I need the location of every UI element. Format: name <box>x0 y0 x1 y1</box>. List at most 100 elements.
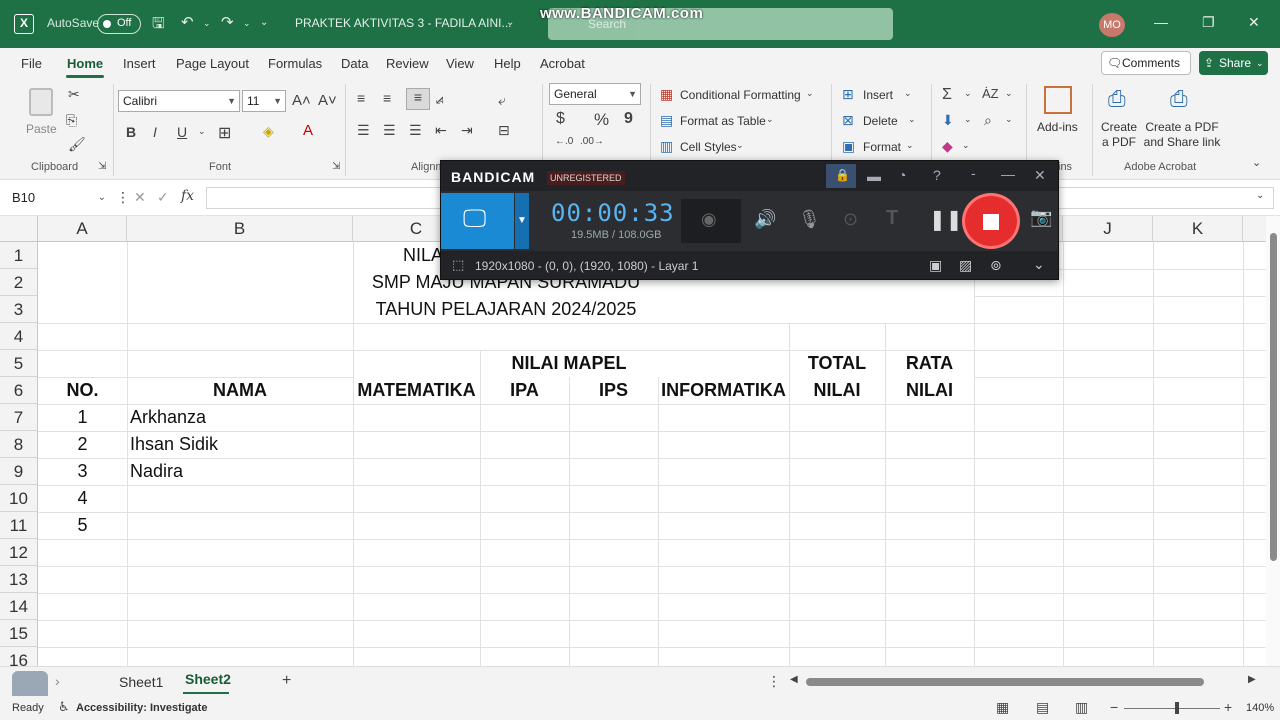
decrease-font-icon[interactable]: A˅ <box>318 92 337 109</box>
header-nilai-mapel[interactable]: NILAI MAPEL <box>480 350 658 377</box>
column-header-j[interactable]: J <box>1063 216 1153 242</box>
cell-no[interactable]: 4 <box>38 485 127 512</box>
row-header-9[interactable]: 9 <box>0 458 38 485</box>
row-header-6[interactable]: 6 <box>0 377 38 404</box>
stop-recording-button[interactable] <box>962 193 1020 249</box>
header-matematika[interactable]: MATEMATIKA <box>353 377 480 404</box>
align-right-icon[interactable]: ☰ <box>409 122 422 139</box>
bold-button[interactable]: B <box>126 124 136 140</box>
sheet-tab-sheet1[interactable]: Sheet1 <box>119 674 163 690</box>
increase-decimal-icon[interactable]: ←.0 <box>555 136 573 147</box>
folder-icon[interactable]: ▬ <box>867 168 881 184</box>
name-box[interactable]: B10 ⌄ <box>6 187 110 209</box>
header-total[interactable]: TOTAL <box>789 350 885 377</box>
minimize-icon[interactable]: — <box>1154 14 1168 30</box>
tab-page-layout[interactable]: Page Layout <box>176 56 249 71</box>
pause-icon[interactable]: ❚❚ <box>929 207 963 232</box>
page-break-view-icon[interactable]: ▥ <box>1075 699 1088 716</box>
title-cell-3[interactable]: TAHUN PELAJARAN 2024/2025 <box>353 296 659 323</box>
row-header-3[interactable]: 3 <box>0 296 38 323</box>
zoom-level[interactable]: 140% <box>1246 702 1274 714</box>
horizontal-scroll-thumb[interactable] <box>806 678 1204 686</box>
font-name-select[interactable]: Calibri ▼ <box>118 90 240 112</box>
video-settings-icon[interactable]: ▣ <box>929 257 942 274</box>
chevron-down-icon[interactable]: ⌄ <box>964 114 972 125</box>
add-ins-button[interactable]: Add-ins <box>1036 84 1084 144</box>
column-header[interactable] <box>1243 216 1266 242</box>
cell-nama[interactable]: Arkhanza <box>130 404 350 431</box>
mouse-icon[interactable]: ⊙ <box>843 209 858 230</box>
speaker-icon[interactable]: 🔊 <box>754 209 776 230</box>
undo-dropdown-icon[interactable]: ⌄ <box>203 18 211 29</box>
copy-icon[interactable]: ⎘ <box>66 112 77 129</box>
row-header-7[interactable]: 7 <box>0 404 38 431</box>
percent-button[interactable]: % <box>594 110 609 130</box>
format-cells-icon[interactable]: ▣ <box>842 138 855 155</box>
create-pdf-button[interactable]: Create a PDF <box>1101 120 1137 150</box>
insert-function-button[interactable]: fx <box>181 188 194 204</box>
document-title[interactable]: PRAKTEK AKTIVITAS 3 - FADILA AINI... <box>295 16 512 30</box>
row-header-11[interactable]: 11 <box>0 512 38 539</box>
row-header-15[interactable]: 15 <box>0 620 38 647</box>
create-share-pdf-button[interactable]: Create a PDF and Share link <box>1143 120 1221 150</box>
find-select-icon[interactable]: ⌕ <box>984 112 992 129</box>
redo-dropdown-icon[interactable]: ⌄ <box>243 18 251 29</box>
tab-file[interactable]: File <box>21 56 42 71</box>
camera-icon[interactable]: 📷 <box>1030 207 1052 228</box>
delete-cells-button[interactable]: Delete <box>863 114 898 128</box>
zoom-in-icon[interactable]: + <box>1224 699 1232 715</box>
next-sheet-icon[interactable]: › <box>55 673 60 689</box>
column-header-k[interactable]: K <box>1153 216 1243 242</box>
tab-data[interactable]: Data <box>341 56 368 71</box>
text-overlay-icon[interactable]: T <box>886 207 898 230</box>
align-center-icon[interactable]: ☰ <box>383 122 396 139</box>
wrap-text-icon[interactable]: ⤶ <box>498 92 506 109</box>
chevron-down-icon[interactable]: ⌄ <box>1005 88 1013 99</box>
cell-nama[interactable] <box>130 512 350 539</box>
normal-view-icon[interactable]: ▦ <box>996 699 1009 716</box>
zoom-out-icon[interactable]: − <box>1110 699 1118 715</box>
tab-review[interactable]: Review <box>386 56 429 71</box>
autosave-toggle[interactable]: Off <box>97 14 141 34</box>
cell-no[interactable]: 1 <box>38 404 127 431</box>
scroll-left-icon[interactable]: ◀ <box>790 674 798 685</box>
underline-button[interactable]: U <box>177 124 187 140</box>
zoom-slider[interactable] <box>1124 708 1220 709</box>
help-icon[interactable]: ? <box>933 167 941 183</box>
chevron-down-icon[interactable]: ⌄ <box>1005 114 1013 125</box>
conditional-formatting-icon[interactable]: ▦ <box>660 86 673 103</box>
save-icon[interactable]: 🖫 <box>152 13 165 38</box>
expand-formula-icon[interactable]: ⌄ <box>1256 190 1264 201</box>
redo-icon[interactable]: ↷ <box>221 13 234 31</box>
microphone-icon[interactable]: 🎙 <box>798 209 821 230</box>
create-share-pdf-icon[interactable]: ⎙ <box>1170 86 1188 112</box>
cell-styles-button[interactable]: Cell Styles <box>680 140 737 154</box>
currency-button[interactable]: $ <box>556 110 565 128</box>
chevron-down-icon[interactable]: ⌄ <box>766 114 774 125</box>
restore-icon[interactable]: ❐ <box>1202 14 1215 31</box>
broadcast-icon[interactable]: ⊚ <box>990 257 1002 274</box>
italic-button[interactable]: I <box>153 124 157 140</box>
merge-center-icon[interactable]: ⊟ <box>498 122 510 139</box>
font-launcher-icon[interactable]: ⇲ <box>332 161 340 172</box>
page-layout-view-icon[interactable]: ▤ <box>1036 699 1049 716</box>
create-pdf-icon[interactable]: ⎙ <box>1108 86 1126 112</box>
column-header-a[interactable]: A <box>38 216 127 242</box>
screen-mode-button[interactable]: 🖵 <box>441 193 514 249</box>
cut-icon[interactable]: ✂ <box>68 86 80 103</box>
row-header-4[interactable]: 4 <box>0 323 38 350</box>
chevron-down-icon[interactable]: ⌄ <box>806 88 814 99</box>
worksheet-grid[interactable]: A B C J K 1 2 3 4 5 6 7 8 9 10 11 12 13 … <box>0 216 1266 666</box>
title-dropdown-icon[interactable]: ⌄ <box>506 17 514 28</box>
image-icon[interactable]: ▨ <box>959 257 972 274</box>
tab-acrobat[interactable]: Acrobat <box>540 56 585 71</box>
lock-button[interactable]: 🔒 <box>826 164 856 188</box>
header-nama[interactable]: NAMA <box>127 377 353 404</box>
row-header-1[interactable]: 1 <box>0 242 38 269</box>
clipboard-launcher-icon[interactable]: ⇲ <box>98 161 106 172</box>
header-no[interactable]: NO. <box>38 377 127 404</box>
header-informatika[interactable]: INFORMATIKA <box>658 377 789 404</box>
comma-button[interactable]: 9 <box>624 110 633 128</box>
conditional-formatting-button[interactable]: Conditional Formatting <box>680 88 801 102</box>
user-avatar[interactable]: MO <box>1099 13 1125 37</box>
